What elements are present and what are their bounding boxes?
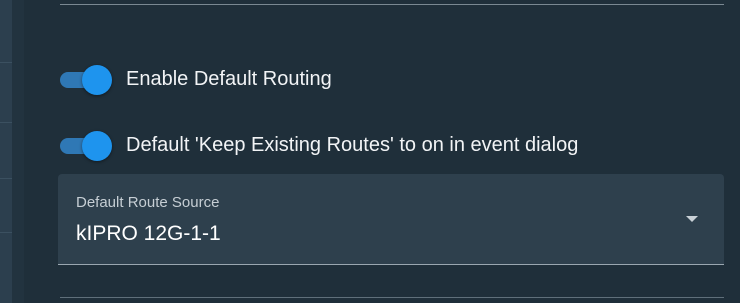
keep-existing-routes-toggle[interactable]	[58, 130, 114, 161]
default-route-source-value: kIPRO 12G-1-1	[76, 222, 221, 245]
background-divider	[0, 178, 12, 179]
toggle-thumb	[82, 131, 112, 161]
default-route-source-label: Default Route Source	[76, 194, 220, 211]
screen: Enable Default Routing Default 'Keep Exi…	[0, 0, 749, 303]
keep-existing-routes-row: Default 'Keep Existing Routes' to on in …	[58, 130, 579, 161]
background-divider	[0, 232, 12, 233]
enable-default-routing-label: Enable Default Routing	[126, 67, 332, 90]
default-route-source-select[interactable]: Default Route Source kIPRO 12G-1-1	[58, 174, 724, 265]
bottom-divider	[60, 297, 724, 298]
background-divider	[0, 62, 12, 63]
toggle-thumb	[82, 65, 112, 95]
top-divider	[60, 4, 724, 5]
panel-edge	[12, 0, 24, 303]
chevron-down-icon[interactable]	[686, 216, 698, 222]
background-divider	[0, 122, 12, 123]
keep-existing-routes-label: Default 'Keep Existing Routes' to on in …	[126, 133, 579, 156]
enable-default-routing-toggle[interactable]	[58, 64, 114, 95]
enable-default-routing-row: Enable Default Routing	[58, 64, 332, 95]
